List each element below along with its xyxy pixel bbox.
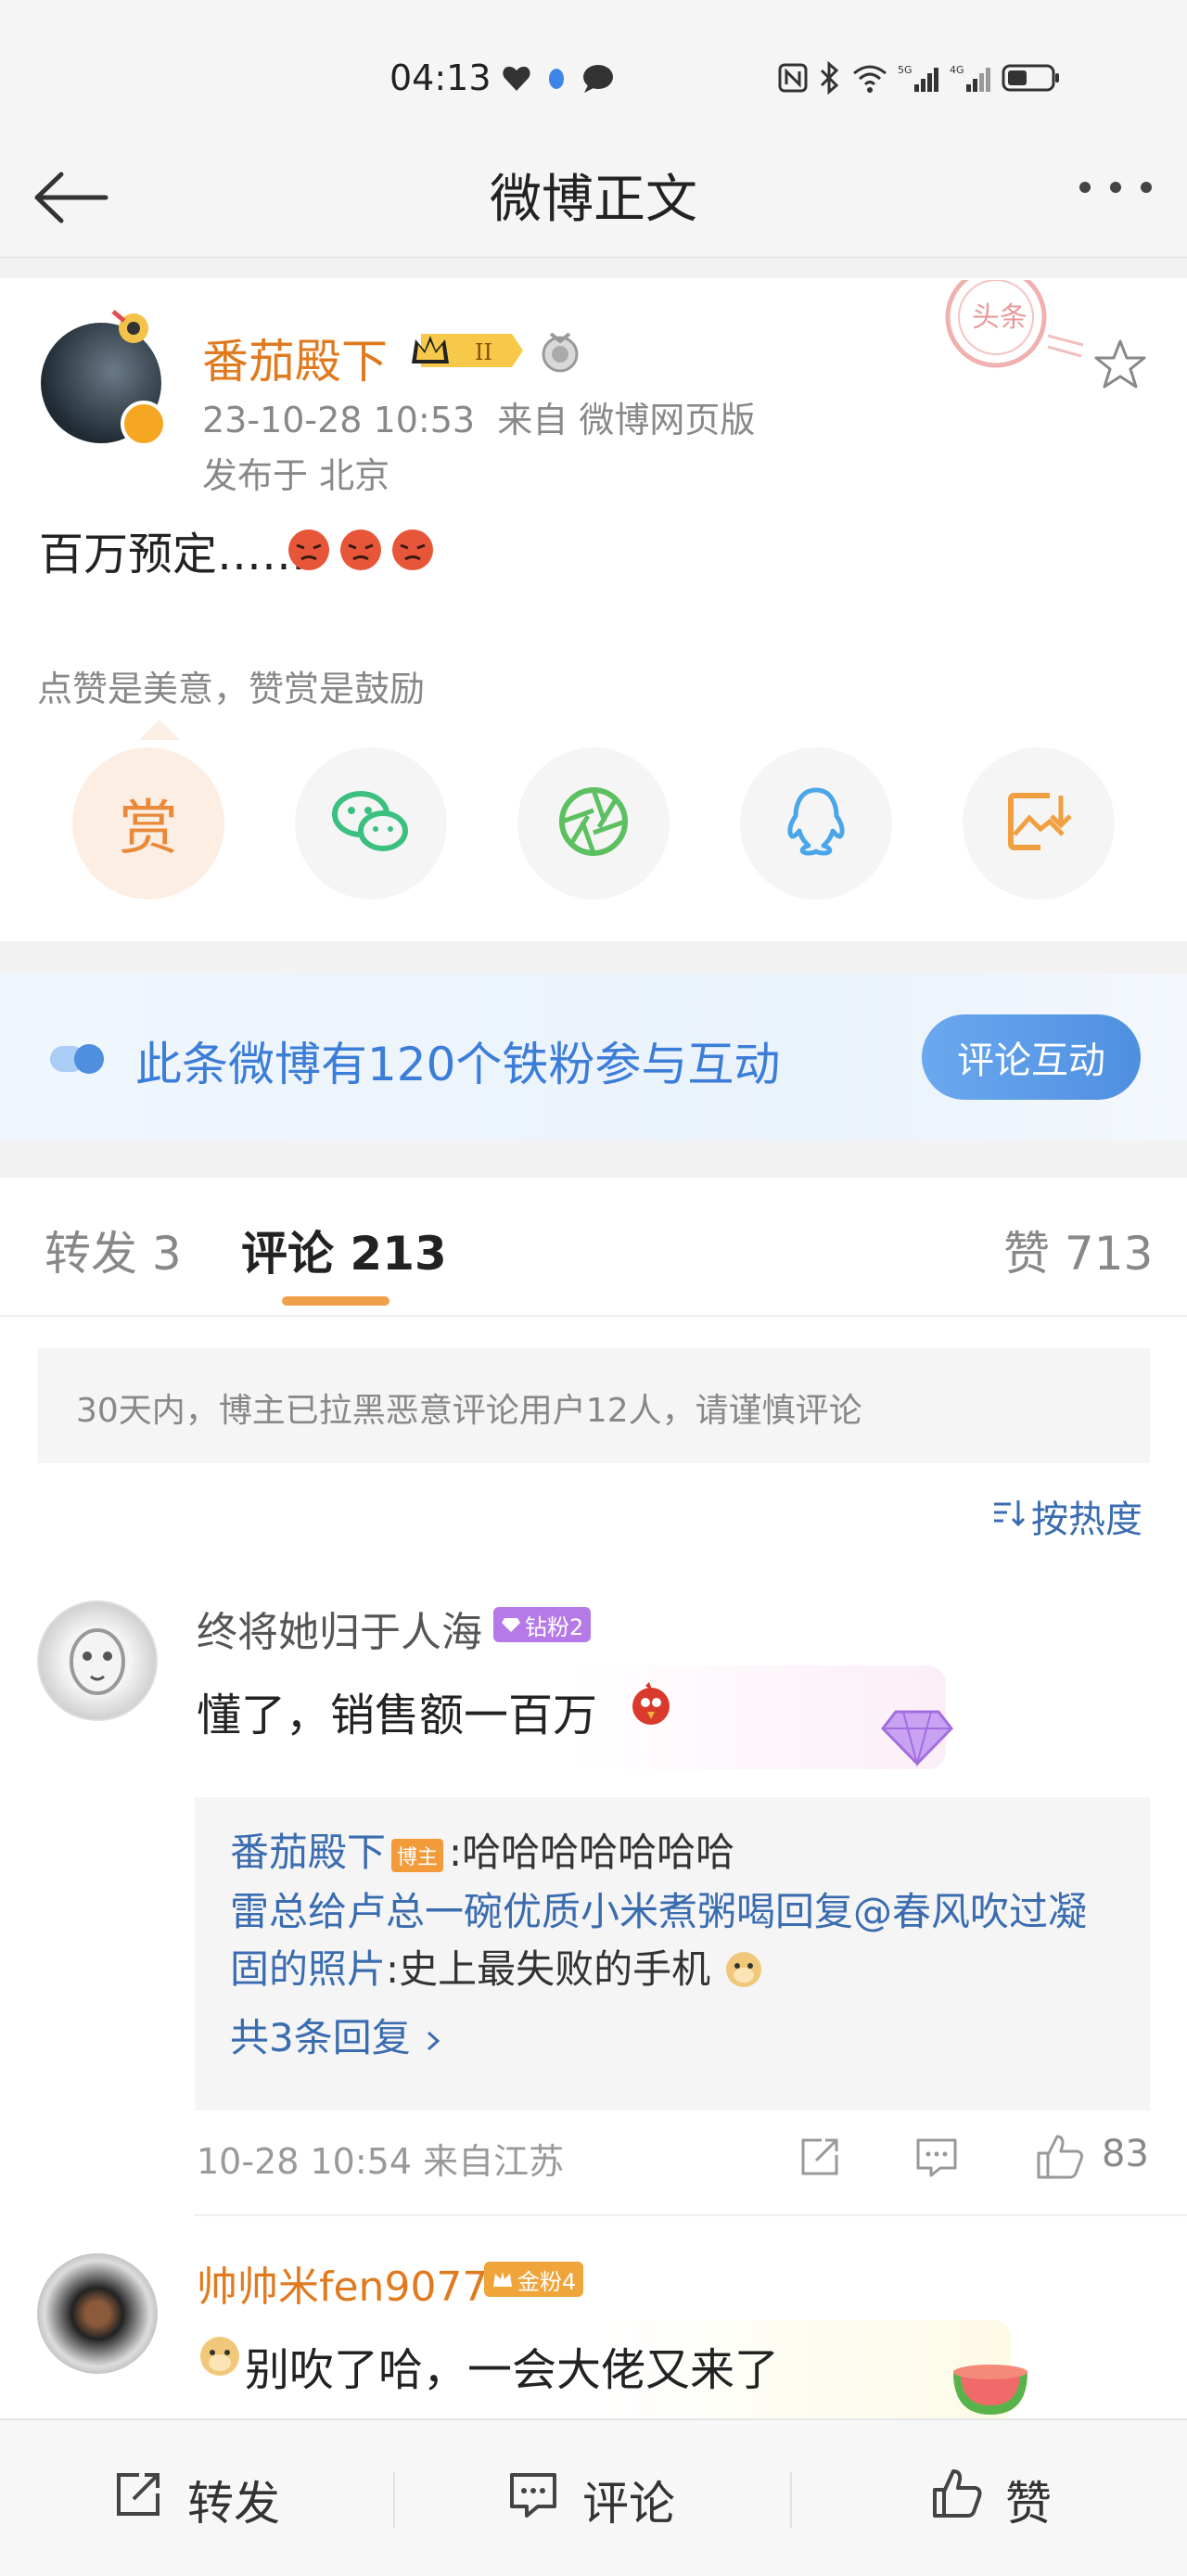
signal-5g-icon: 5G bbox=[898, 62, 940, 94]
repost-label: 转发 bbox=[187, 2477, 280, 2531]
angry-emoji-icon bbox=[389, 527, 436, 577]
message-icon bbox=[581, 63, 616, 95]
post-card: 番茄殿下 II 23-10-28 10:53 来自 微博网页版 发布于 北京 头… bbox=[0, 278, 1187, 941]
wechat-icon bbox=[329, 784, 413, 862]
share-wechat-button[interactable] bbox=[295, 747, 447, 899]
post-location: 发布于 北京 bbox=[202, 455, 390, 496]
bluetooth-icon bbox=[818, 61, 842, 95]
active-tab-indicator bbox=[282, 1296, 389, 1306]
reply-line-2[interactable]: 雷总给卢总一碗优质小米煮粥喝回复@春风吹过凝 bbox=[230, 1881, 1087, 1937]
qq-icon bbox=[781, 784, 851, 862]
commenter-avatar[interactable] bbox=[37, 2253, 158, 2374]
more-options-icon[interactable] bbox=[1076, 178, 1155, 200]
nav-bar: 微博正文 bbox=[0, 139, 1187, 258]
repost-icon bbox=[111, 2468, 165, 2532]
svg-text:II: II bbox=[475, 339, 492, 365]
commenter-name[interactable]: 帅帅米fen9077 bbox=[197, 2253, 488, 2313]
angry-emoji-icon bbox=[338, 527, 384, 577]
heart-shield-icon bbox=[501, 63, 532, 95]
more-replies-link[interactable]: 共3条回复 bbox=[230, 2007, 445, 2063]
repost-button[interactable]: 转发 bbox=[111, 2467, 280, 2533]
wifi-icon bbox=[851, 62, 888, 94]
avatar-decoration-icon bbox=[104, 302, 156, 352]
comment-like-count: 83 bbox=[1102, 2133, 1149, 2175]
status-time: 04:13 bbox=[389, 57, 491, 98]
share-qq-button[interactable] bbox=[740, 747, 892, 899]
diamond-fan-badge: 钻粉2 bbox=[493, 1607, 592, 1642]
post-meta: 23-10-28 10:53 来自 微博网页版 bbox=[202, 391, 755, 442]
angry-emoji-icon bbox=[286, 527, 332, 577]
tab-like[interactable]: 赞 713 bbox=[1003, 1217, 1153, 1283]
headline-stamp: 头条 bbox=[945, 280, 1084, 368]
crown-level-badge: II bbox=[408, 330, 525, 375]
medal-icon bbox=[540, 330, 581, 378]
favorite-star-icon[interactable] bbox=[1092, 338, 1148, 397]
host-tag: 博主 bbox=[391, 1838, 444, 1872]
signal-4g-icon: 4G bbox=[950, 62, 992, 94]
reply-author[interactable]: 番茄殿下 bbox=[230, 1830, 386, 1875]
fans-banner-icon bbox=[50, 1040, 108, 1081]
save-image-icon bbox=[1003, 786, 1074, 861]
blacklist-notice: 30天内，博主已拉黑恶意评论用户12人，请谨慎评论 bbox=[37, 1348, 1150, 1463]
reply-thread[interactable]: 番茄殿下 博主:哈哈哈哈哈哈哈 雷总给卢总一碗优质小米煮粥喝回复@春风吹过凝 固的… bbox=[195, 1797, 1150, 2111]
post-text: 百万预定…… bbox=[39, 529, 307, 580]
diamond-decoration-icon bbox=[875, 1697, 959, 1775]
iron-fans-text: 此条微博有120个铁粉参与互动 bbox=[135, 1038, 781, 1091]
reward-button[interactable]: 赏 bbox=[72, 747, 224, 899]
svg-text:4G: 4G bbox=[950, 64, 964, 76]
status-bar: 04:13 5G 4G bbox=[0, 0, 1187, 139]
angry-bird-emoji-icon bbox=[625, 1677, 677, 1732]
tab-comment[interactable]: 评论 213 bbox=[241, 1217, 447, 1283]
svg-text:5G: 5G bbox=[898, 64, 913, 76]
reply-text: :哈哈哈哈哈哈哈 bbox=[449, 1830, 735, 1875]
sort-by-heat-button[interactable]: 按热度 bbox=[992, 1489, 1142, 1543]
share-comment-icon[interactable] bbox=[796, 2133, 844, 2185]
reward-label: 赏 bbox=[119, 795, 178, 863]
like-comment-icon[interactable] bbox=[1033, 2133, 1085, 2185]
comment-meta: 10-28 10:54 来自江苏 bbox=[197, 2141, 565, 2182]
sort-icon bbox=[992, 1495, 1026, 1537]
like-label: 赞 bbox=[1005, 2477, 1052, 2531]
app-notification-icon bbox=[545, 63, 568, 95]
bottom-action-bar: 转发 评论 赞 bbox=[0, 2418, 1187, 2576]
reply-comment-icon[interactable] bbox=[913, 2133, 961, 2185]
comment-icon bbox=[506, 2468, 560, 2532]
battery-icon bbox=[1002, 62, 1061, 94]
author-name[interactable]: 番茄殿下 bbox=[202, 325, 388, 391]
comment-text: 别吹了哈，一会大佬又来了 bbox=[245, 2344, 780, 2396]
comments-section: 转发 3 评论 213 赞 713 30天内，博主已拉黑恶意评论用户12人，请谨… bbox=[0, 1178, 1187, 2424]
reply-mention-link[interactable]: 固的照片 bbox=[230, 1946, 386, 1992]
post-time: 23-10-28 10:53 bbox=[202, 400, 476, 440]
post-source[interactable]: 来自 微博网页版 bbox=[497, 400, 755, 440]
moments-shutter-icon bbox=[556, 784, 631, 862]
gold-fan-badge: 金粉4 bbox=[484, 2262, 584, 2297]
doge-emoji-icon bbox=[723, 1946, 764, 1992]
doge-emoji-icon bbox=[197, 2333, 243, 2383]
sort-label: 按热度 bbox=[1031, 1498, 1142, 1541]
comment-button[interactable]: 评论 bbox=[506, 2467, 675, 2533]
like-icon bbox=[929, 2468, 983, 2532]
reward-tip: 点赞是美意，赞赏是鼓励 bbox=[37, 669, 426, 709]
commenter-name[interactable]: 终将她归于人海 bbox=[197, 1599, 482, 1658]
stamp-text: 头条 bbox=[972, 301, 1027, 334]
verified-badge-icon bbox=[121, 401, 167, 447]
comment-text: 懂了，销售额一百万 bbox=[197, 1690, 598, 1741]
nfc-icon bbox=[777, 62, 809, 94]
commenter-avatar[interactable] bbox=[37, 1600, 158, 1721]
comment-label: 评论 bbox=[582, 2477, 675, 2531]
comment-interact-button[interactable]: 评论互动 bbox=[922, 1014, 1141, 1100]
watermelon-decoration-icon bbox=[948, 2350, 1033, 2424]
share-moments-button[interactable] bbox=[517, 747, 670, 899]
tab-repost[interactable]: 转发 3 bbox=[45, 1217, 182, 1283]
iron-fans-banner: 此条微博有120个铁粉参与互动 评论互动 bbox=[0, 974, 1187, 1141]
like-button[interactable]: 赞 bbox=[929, 2467, 1052, 2533]
save-image-button[interactable] bbox=[963, 747, 1115, 899]
page-title: 微博正文 bbox=[490, 170, 697, 230]
reply-text-2: :史上最失败的手机 bbox=[386, 1946, 711, 1992]
